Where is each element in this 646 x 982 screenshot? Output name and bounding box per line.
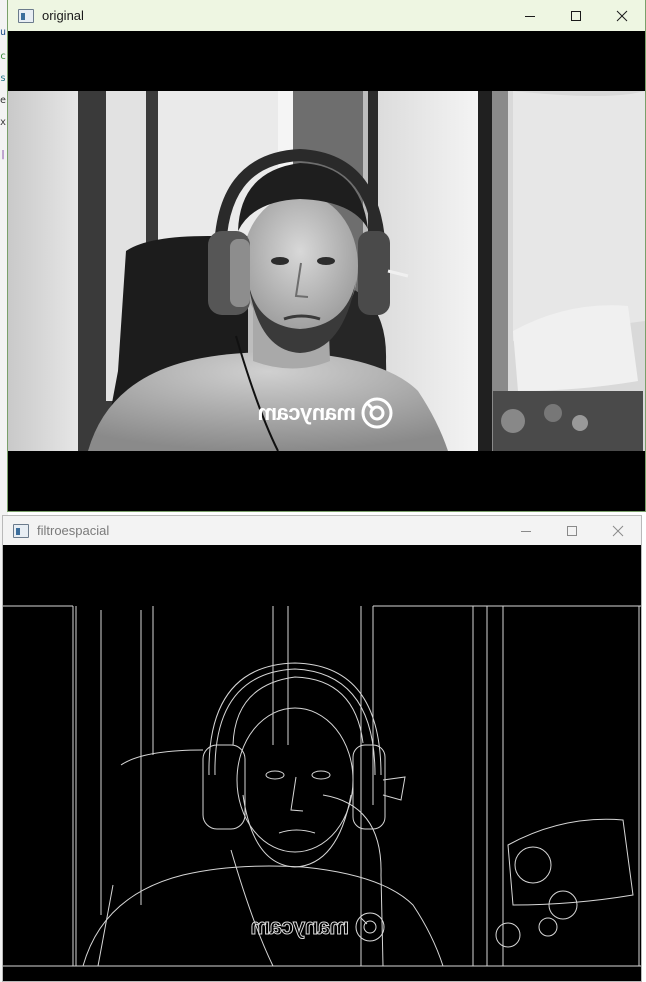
manycam-logo-icon	[355, 912, 385, 942]
background-text: x	[0, 118, 6, 128]
window-original[interactable]: original manycam	[7, 0, 646, 512]
manycam-watermark: manycam	[251, 910, 387, 944]
window-filtroespacial[interactable]: filtroespacial manycam	[2, 515, 642, 982]
background-text: |	[0, 150, 6, 160]
close-icon	[612, 525, 624, 536]
minimize-icon	[525, 15, 535, 17]
close-button[interactable]	[599, 0, 645, 31]
edge-filtered-frame: manycam	[3, 605, 641, 967]
manycam-watermark: manycam	[258, 396, 394, 430]
watermark-text: manycam	[251, 914, 350, 940]
window-title: filtroespacial	[37, 523, 110, 538]
desktop: { "windows": [ { "id": "original", "titl…	[0, 0, 646, 982]
manycam-logo-icon	[361, 397, 393, 429]
maximize-icon	[567, 525, 577, 536]
video-canvas: manycam	[3, 545, 641, 981]
video-canvas: manycam	[8, 31, 645, 511]
background-text: e	[0, 96, 6, 106]
close-button[interactable]	[595, 516, 641, 545]
titlebar[interactable]: filtroespacial	[3, 516, 641, 545]
caption-buttons	[507, 0, 645, 31]
maximize-button[interactable]	[549, 516, 595, 545]
minimize-button[interactable]	[503, 516, 549, 545]
background-text: s	[0, 74, 6, 84]
window-title: original	[42, 8, 84, 23]
minimize-icon	[521, 530, 531, 532]
maximize-button[interactable]	[553, 0, 599, 31]
background-text: u	[0, 28, 6, 38]
caption-buttons	[503, 516, 641, 545]
minimize-button[interactable]	[507, 0, 553, 31]
window-app-icon	[18, 8, 34, 23]
watermark-text: manycam	[258, 400, 357, 425]
background-text: c	[0, 52, 6, 62]
titlebar[interactable]: original	[8, 0, 645, 31]
window-app-icon	[13, 523, 29, 538]
close-icon	[616, 10, 628, 21]
webcam-frame: manycam	[8, 91, 645, 451]
maximize-icon	[571, 10, 581, 21]
